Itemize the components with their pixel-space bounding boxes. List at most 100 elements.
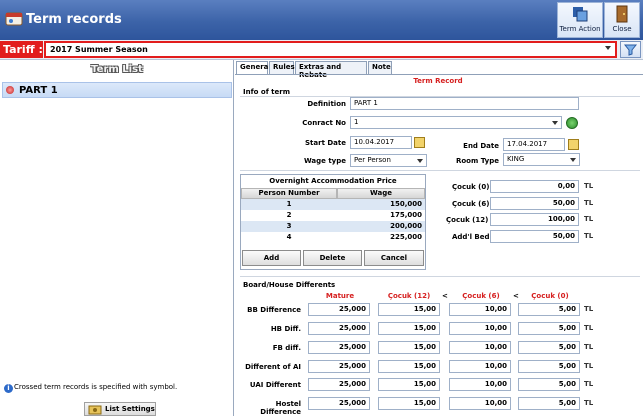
- wage-type-label: Wage type: [303, 157, 346, 165]
- definition-input[interactable]: PART 1: [350, 97, 579, 110]
- wage-value: 150,000: [390, 200, 422, 208]
- end-date-input[interactable]: 17.04.2017: [503, 138, 565, 151]
- child6-label: Çocuk (6): [452, 200, 490, 208]
- cancel-button[interactable]: Cancel: [364, 250, 424, 266]
- currency-tl-icon: TL: [584, 324, 594, 332]
- contract-label: Conract No: [302, 119, 346, 127]
- board-mature-input[interactable]: 25,000: [308, 360, 370, 373]
- board-row-label: FB diff.: [272, 344, 301, 352]
- board-child0-input[interactable]: 5,00: [518, 378, 580, 391]
- board-child6-input[interactable]: 10,00: [449, 303, 511, 316]
- term-list-panel: [0, 60, 234, 416]
- wage-value: 225,000: [390, 233, 422, 241]
- filter-button[interactable]: [620, 41, 641, 58]
- room-type-label: Room Type: [455, 157, 499, 165]
- room-type-select[interactable]: KING: [503, 153, 580, 166]
- table-row[interactable]: 3 200,000: [241, 221, 425, 232]
- currency-tl-icon: TL: [584, 399, 594, 407]
- board-child6-input[interactable]: 10,00: [449, 322, 511, 335]
- settings-icon: [88, 405, 102, 415]
- contract-select[interactable]: 1: [350, 116, 562, 129]
- board-child12-input[interactable]: 15,00: [378, 360, 440, 373]
- list-settings-label: List Settings: [105, 405, 155, 413]
- board-child12-input[interactable]: 15,00: [378, 378, 440, 391]
- board-child6-input[interactable]: 10,00: [449, 360, 511, 373]
- close-door-icon: [616, 5, 628, 23]
- tab-note[interactable]: Note: [368, 61, 392, 74]
- tab-general[interactable]: General: [236, 61, 271, 74]
- start-date-input[interactable]: 10.04.2017: [350, 136, 412, 149]
- board-child0-input[interactable]: 5,00: [518, 303, 580, 316]
- add-button[interactable]: Add: [242, 250, 301, 266]
- section-divider: [240, 170, 640, 171]
- child0-input[interactable]: 0,00: [490, 180, 579, 193]
- calendar-icon[interactable]: [414, 137, 425, 148]
- board-mature-input[interactable]: 25,000: [308, 303, 370, 316]
- overnight-price-title: Overnight Accommodation Price: [269, 177, 397, 185]
- table-row[interactable]: 1 150,000: [241, 199, 425, 210]
- term-pin-icon: [6, 86, 14, 94]
- wage-type-select[interactable]: Per Person: [350, 154, 427, 167]
- currency-tl-icon: TL: [584, 380, 594, 388]
- board-mature-input[interactable]: 25,000: [308, 322, 370, 335]
- board-section-title: Board/House Differents: [243, 281, 336, 289]
- window-title: Term records: [26, 12, 122, 27]
- board-child6-input[interactable]: 10,00: [449, 341, 511, 354]
- tariff-label: Tariff :: [0, 41, 43, 58]
- board-child6-input[interactable]: 10,00: [449, 397, 511, 410]
- term-action-button[interactable]: Term Action: [557, 2, 603, 38]
- child6-input[interactable]: 50,00: [490, 197, 579, 210]
- tariff-select[interactable]: 2017 Summer Season: [44, 41, 617, 58]
- board-row-label: UAI Different: [249, 381, 301, 389]
- currency-tl-icon: TL: [584, 199, 594, 207]
- wage-value: 175,000: [390, 211, 422, 219]
- board-child12-input[interactable]: 15,00: [378, 322, 440, 335]
- less-than-symbol: <: [442, 292, 448, 300]
- person-number: 1: [286, 200, 292, 208]
- board-child0-input[interactable]: 5,00: [518, 322, 580, 335]
- board-child0-input[interactable]: 5,00: [518, 360, 580, 373]
- board-child12-input[interactable]: 15,00: [378, 303, 440, 316]
- refresh-icon[interactable]: [566, 117, 578, 129]
- table-row[interactable]: 4 225,000: [241, 232, 425, 243]
- child12-input[interactable]: 100,00: [490, 213, 579, 226]
- currency-tl-icon: TL: [584, 343, 594, 351]
- tab-rules[interactable]: Rules: [269, 61, 295, 74]
- room-type-value: KING: [507, 155, 525, 163]
- board-child0-input[interactable]: 5,00: [518, 397, 580, 410]
- board-mature-input[interactable]: 25,000: [308, 378, 370, 391]
- column-header-child12: Çocuk (12): [387, 292, 431, 300]
- column-header-child0: Çocuk (0): [531, 292, 569, 300]
- section-divider: [240, 276, 640, 277]
- definition-label: Definition: [307, 100, 346, 108]
- term-list-item[interactable]: PART 1: [2, 82, 232, 98]
- table-row[interactable]: 2 175,000: [241, 210, 425, 221]
- currency-tl-icon: TL: [584, 182, 594, 190]
- board-mature-input[interactable]: 25,000: [308, 341, 370, 354]
- delete-button[interactable]: Delete: [303, 250, 362, 266]
- board-child12-input[interactable]: 15,00: [378, 397, 440, 410]
- person-number: 2: [286, 211, 292, 219]
- currency-tl-icon: TL: [584, 232, 594, 240]
- board-child0-input[interactable]: 5,00: [518, 341, 580, 354]
- board-mature-input[interactable]: 25,000: [308, 397, 370, 410]
- currency-tl-icon: TL: [584, 215, 594, 223]
- child12-label: Çocuk (12): [446, 216, 489, 224]
- filter-icon: [623, 44, 638, 56]
- board-child6-input[interactable]: 10,00: [449, 378, 511, 391]
- extra-bed-input[interactable]: 50,00: [490, 230, 579, 243]
- tab-extras-rebate[interactable]: Extras and Rebate: [295, 61, 367, 79]
- chevron-down-icon: [552, 121, 558, 125]
- chevron-down-icon: [570, 158, 576, 162]
- start-date-label: Start Date: [305, 139, 346, 147]
- term-list-title: Term List: [91, 64, 143, 75]
- calendar-icon[interactable]: [568, 139, 579, 150]
- wage-type-value: Per Person: [354, 156, 391, 164]
- close-button[interactable]: Close: [604, 2, 640, 38]
- currency-tl-icon: TL: [584, 305, 594, 313]
- tab-divider: [235, 74, 643, 75]
- board-child12-input[interactable]: 15,00: [378, 341, 440, 354]
- chevron-down-icon[interactable]: [605, 46, 611, 50]
- info-section-title: Info of term: [243, 88, 291, 96]
- close-label: Close: [612, 25, 632, 33]
